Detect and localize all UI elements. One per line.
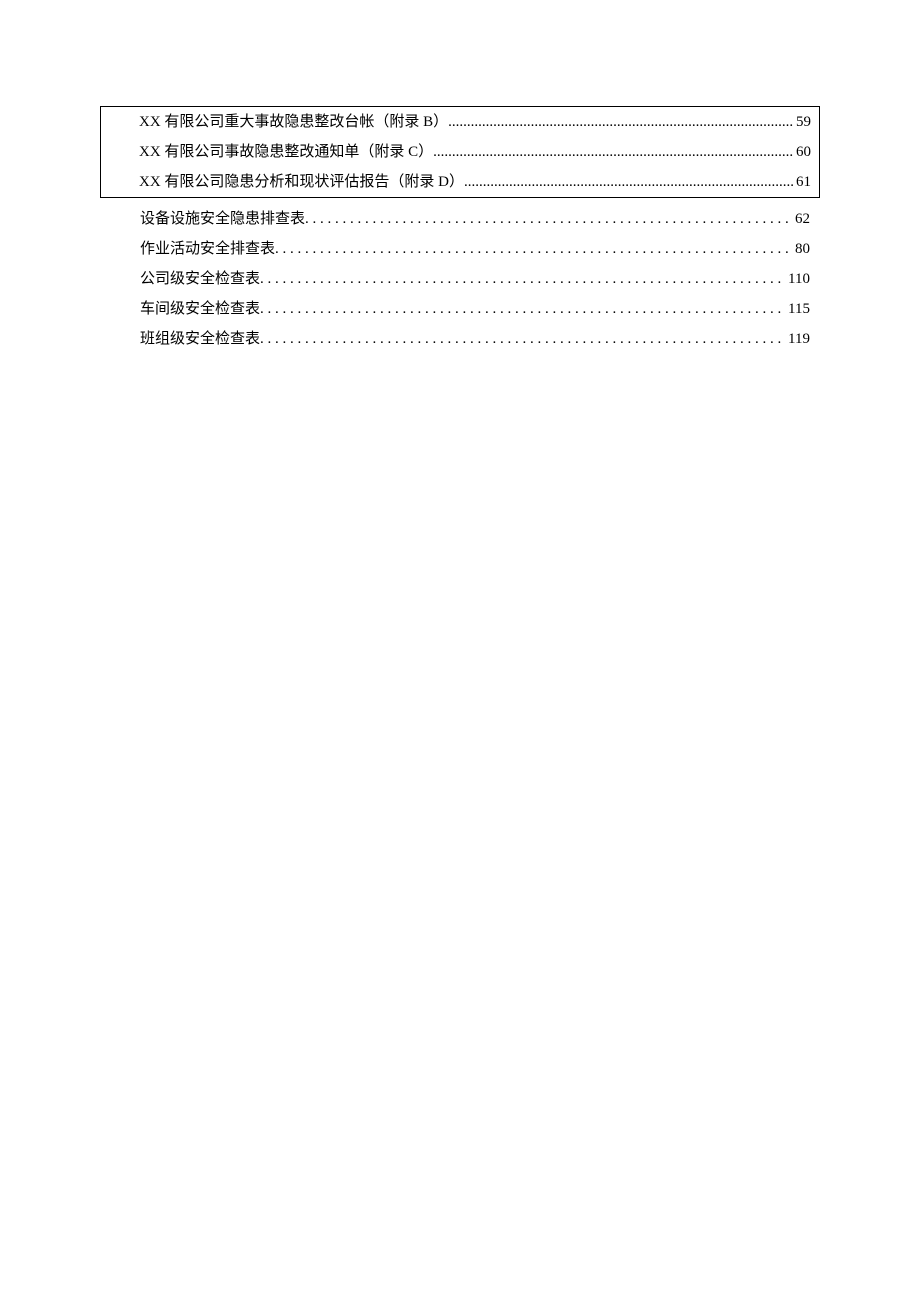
toc-leader-dots [275,234,793,264]
toc-entry-page: 59 [794,107,811,137]
toc-leader-dots [260,324,786,354]
toc-leader-dots [464,167,794,197]
toc-entry: XX 有限公司隐患分析和现状评估报告（附录 D） 61 [101,167,819,197]
toc-leader-dots [260,294,786,324]
toc-entry-page: 119 [786,324,810,354]
toc-leader-dots [305,204,793,234]
toc-entry-label: 设备设施安全隐患排查表 [140,204,305,234]
toc-plain-section: 设备设施安全隐患排查表 62 作业活动安全排查表 80 公司级安全检查表 110… [100,204,820,354]
toc-entry-page: 110 [786,264,810,294]
toc-entry-label: XX 有限公司事故隐患整改通知单（附录 C） [139,137,433,167]
toc-entry-page: 61 [794,167,811,197]
toc-leader-dots [448,107,794,137]
toc-entry-label: XX 有限公司重大事故隐患整改台帐（附录 B） [139,107,448,137]
toc-entry-page: 62 [793,204,810,234]
toc-entry: 车间级安全检查表 115 [100,294,820,324]
toc-entry-page: 115 [786,294,810,324]
toc-entry-label: 班组级安全检查表 [140,324,260,354]
toc-entry: XX 有限公司重大事故隐患整改台帐（附录 B） 59 [101,107,819,137]
toc-entry-page: 80 [793,234,810,264]
toc-entry: 设备设施安全隐患排查表 62 [100,204,820,234]
toc-entry-page: 60 [794,137,811,167]
toc-leader-dots [433,137,794,167]
toc-entry: 公司级安全检查表 110 [100,264,820,294]
toc-leader-dots [260,264,786,294]
toc-entry-label: XX 有限公司隐患分析和现状评估报告（附录 D） [139,167,464,197]
toc-entry-label: 车间级安全检查表 [140,294,260,324]
toc-entry: 班组级安全检查表 119 [100,324,820,354]
toc-boxed-section: XX 有限公司重大事故隐患整改台帐（附录 B） 59 XX 有限公司事故隐患整改… [100,106,820,198]
toc-entry-label: 公司级安全检查表 [140,264,260,294]
document-page: XX 有限公司重大事故隐患整改台帐（附录 B） 59 XX 有限公司事故隐患整改… [0,0,920,354]
toc-entry: 作业活动安全排查表 80 [100,234,820,264]
toc-entry-label: 作业活动安全排查表 [140,234,275,264]
toc-entry: XX 有限公司事故隐患整改通知单（附录 C） 60 [101,137,819,167]
